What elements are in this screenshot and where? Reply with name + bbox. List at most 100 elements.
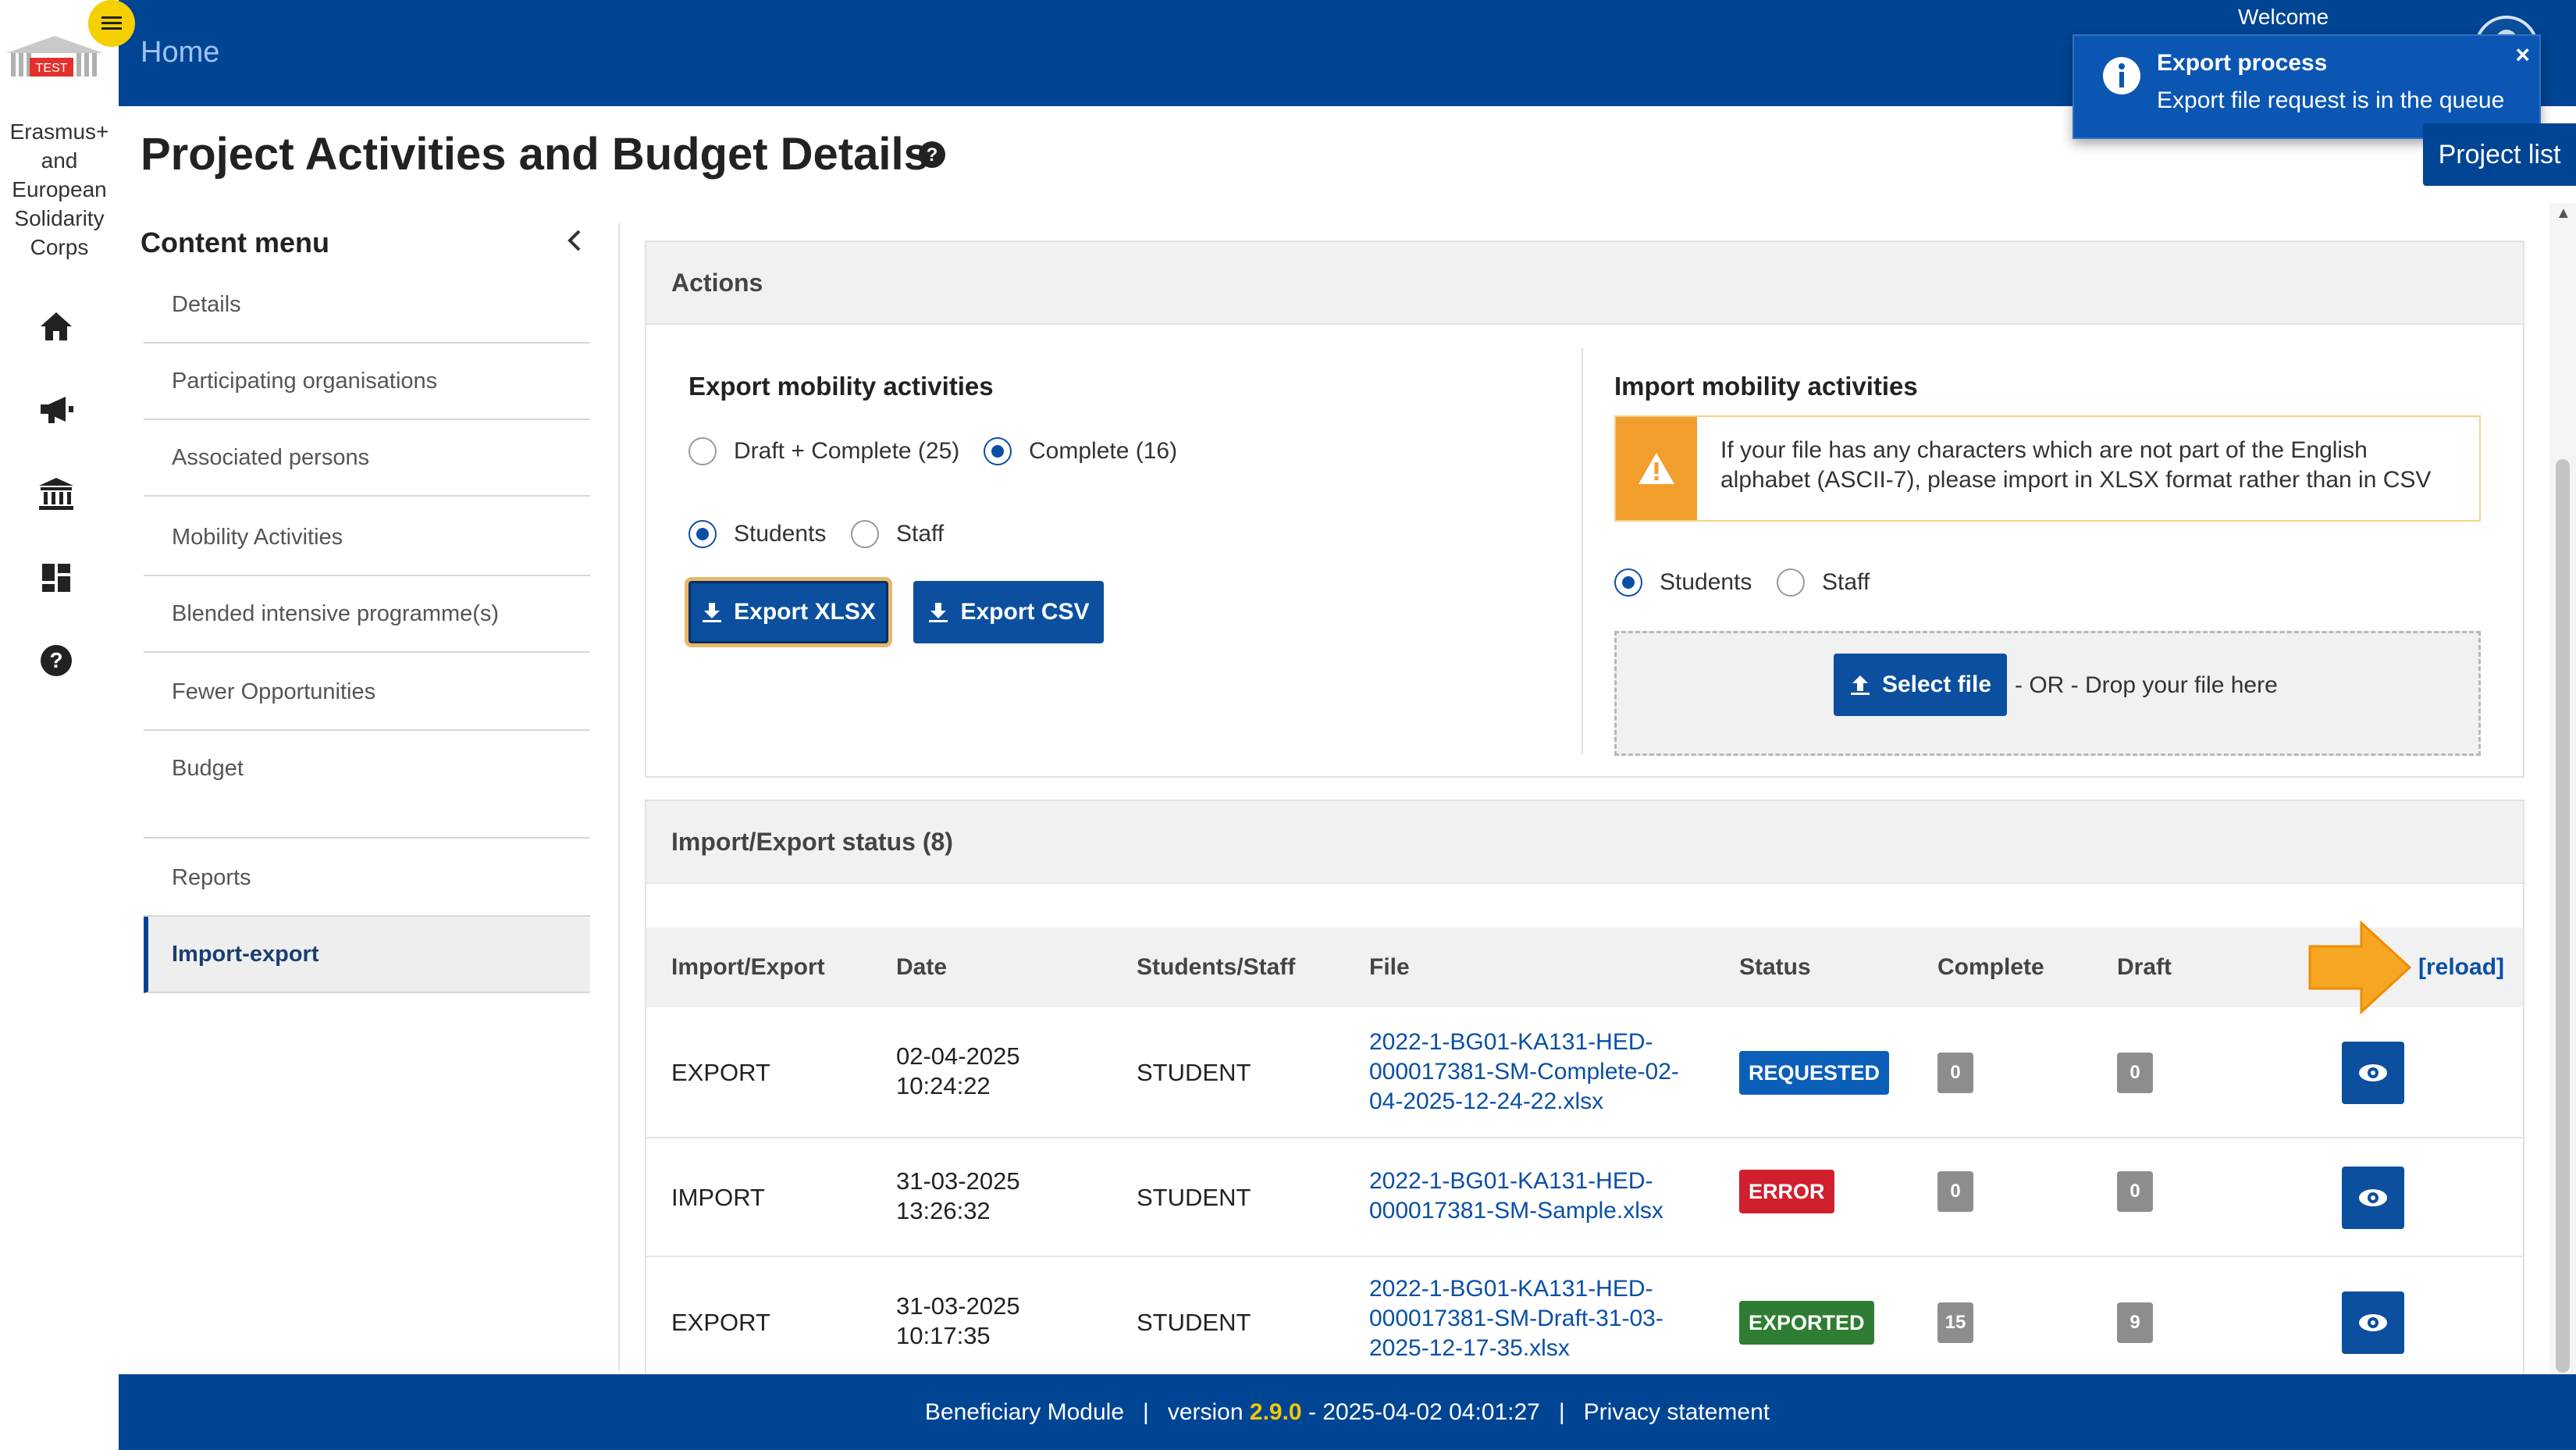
select-file-button[interactable]: Select file bbox=[1834, 654, 2007, 716]
row-time: 10:24:22 bbox=[896, 1072, 991, 1099]
help-icon[interactable]: ? bbox=[34, 639, 78, 682]
toast-close-icon[interactable]: × bbox=[2515, 41, 2530, 69]
row-date: 02-04-2025 bbox=[896, 1042, 1020, 1070]
menu-item-participating-organisations[interactable]: Participating organisations bbox=[144, 344, 590, 420]
menu-item-associated-persons[interactable]: Associated persons bbox=[144, 420, 590, 497]
megaphone-icon[interactable] bbox=[34, 387, 78, 431]
export-xlsx-button[interactable]: Export XLSX bbox=[688, 581, 888, 643]
draft-count: 0 bbox=[2117, 1053, 2153, 1093]
actions-divider bbox=[1582, 348, 1583, 754]
complete-count: 0 bbox=[1937, 1053, 1973, 1093]
toast-title: Export process bbox=[2157, 50, 2328, 76]
row-file-link[interactable]: 2022-1-BG01-KA131-HED- 000017381-SM-Draf… bbox=[1369, 1274, 1663, 1363]
file-line: 2022-1-BG01-KA131-HED- bbox=[1369, 1029, 1653, 1055]
radio-export-students[interactable]: Students bbox=[688, 520, 826, 548]
welcome-text: Welcome bbox=[2238, 5, 2329, 29]
menu-item-budget[interactable]: Budget bbox=[144, 732, 590, 839]
row-file-link[interactable]: 2022-1-BG01-KA131-HED- 000017381-SM-Comp… bbox=[1369, 1028, 1679, 1117]
file-line: 000017381-SM-Sample.xlsx bbox=[1369, 1198, 1663, 1224]
column-header-students-staff: Students/Staff bbox=[1137, 954, 1296, 980]
row-who: STUDENT bbox=[1137, 1309, 1251, 1336]
menu-item-reports[interactable]: Reports bbox=[144, 840, 590, 917]
radio-circle bbox=[984, 437, 1012, 465]
footer-module: Beneficiary Module bbox=[924, 1398, 1125, 1425]
view-button[interactable] bbox=[2342, 1291, 2404, 1354]
row-who: STUDENT bbox=[1137, 1184, 1251, 1211]
column-header-import-export: Import/Export bbox=[671, 954, 825, 980]
footer-version-date: - 2025-04-02 04:01:27 bbox=[1308, 1398, 1540, 1425]
drop-hint: - OR - Drop your file here bbox=[2015, 672, 2278, 698]
home-link[interactable]: Home bbox=[141, 36, 219, 69]
radio-label: Students bbox=[1660, 569, 1752, 595]
menu-item-import-export[interactable]: Import-export bbox=[144, 917, 590, 993]
radio-import-staff[interactable]: Staff bbox=[1777, 568, 1870, 597]
complete-count: 15 bbox=[1937, 1302, 1973, 1343]
status-badge: EXPORTED bbox=[1739, 1301, 1874, 1345]
logo-text: TEST bbox=[36, 62, 68, 75]
menu-item-blended-intensive-programmes[interactable]: Blended intensive programme(s) bbox=[144, 576, 590, 653]
actions-panel: Actions Export mobility activities Draft… bbox=[645, 240, 2524, 778]
table-header: Import/Export Date Students/Staff File S… bbox=[646, 928, 2523, 1007]
row-datetime: 31-03-2025 13:26:32 bbox=[896, 1167, 1020, 1226]
ascii-warning-box: If your file has any characters which ar… bbox=[1614, 415, 2481, 522]
privacy-statement-link[interactable]: Privacy statement bbox=[1584, 1399, 1770, 1426]
row-type: IMPORT bbox=[671, 1184, 765, 1211]
reload-link[interactable]: [reload] bbox=[2418, 954, 2504, 981]
arrow-right-icon bbox=[2308, 920, 2412, 1015]
menu-item-details[interactable]: Details bbox=[144, 267, 590, 344]
menu-item-fewer-opportunities[interactable]: Fewer Opportunities bbox=[144, 654, 590, 731]
scroll-up-icon[interactable]: ▲ bbox=[2556, 205, 2571, 223]
export-csv-button[interactable]: Export CSV bbox=[913, 581, 1104, 643]
file-line: 000017381-SM-Complete-02- bbox=[1369, 1059, 1679, 1085]
chevron-left-icon[interactable] bbox=[560, 225, 589, 256]
radio-circle bbox=[1614, 568, 1642, 597]
radio-circle bbox=[688, 520, 717, 548]
warning-line-2: alphabet (ASCII-7), please import in XLS… bbox=[1720, 467, 2432, 493]
view-button[interactable] bbox=[2342, 1042, 2404, 1104]
export-xlsx-label: Export XLSX bbox=[734, 599, 876, 625]
ec-logo-icon[interactable]: TEST bbox=[6, 36, 103, 81]
content-menu-title: Content menu bbox=[141, 226, 329, 258]
menu-item-mobility-activities[interactable]: Mobility Activities bbox=[144, 500, 590, 576]
scrollbar-thumb[interactable] bbox=[2556, 459, 2570, 1373]
row-type: EXPORT bbox=[671, 1309, 770, 1336]
table-row: EXPORT 02-04-2025 10:24:22 STUDENT 2022-… bbox=[646, 1007, 2523, 1138]
eye-icon bbox=[2359, 1314, 2387, 1331]
radio-label: Draft + Complete (25) bbox=[734, 438, 960, 464]
column-header-complete: Complete bbox=[1937, 954, 2044, 980]
file-dropzone[interactable]: Select file - OR - Drop your file here bbox=[1614, 631, 2481, 756]
draft-count: 0 bbox=[2117, 1171, 2153, 1212]
view-button[interactable] bbox=[2342, 1167, 2404, 1229]
page-title: Project Activities and Budget Details bbox=[141, 129, 929, 180]
hamburger-menu-icon[interactable] bbox=[88, 0, 135, 47]
radio-complete[interactable]: Complete (16) bbox=[984, 437, 1177, 465]
radio-label: Complete (16) bbox=[1029, 438, 1178, 464]
footer-version-number: 2.9.0 bbox=[1249, 1398, 1302, 1425]
warning-icon bbox=[1616, 417, 1697, 520]
status-panel-title: Import/Export status (8) bbox=[646, 801, 2523, 884]
home-icon[interactable] bbox=[34, 305, 78, 348]
svg-text:?: ? bbox=[927, 144, 938, 166]
radio-export-staff[interactable]: Staff bbox=[851, 520, 944, 548]
row-time: 10:17:35 bbox=[896, 1322, 991, 1349]
footer-version: version 2.9.0 - 2025-04-02 04:01:27 bbox=[1168, 1399, 1540, 1426]
radio-label: Staff bbox=[896, 521, 945, 547]
row-date: 31-03-2025 bbox=[896, 1167, 1020, 1195]
svg-text:?: ? bbox=[49, 648, 62, 672]
project-list-button[interactable]: Project list bbox=[2423, 123, 2576, 186]
import-export-status-panel: Import/Export status (8) Import/Export D… bbox=[645, 800, 2524, 1377]
file-line: 000017381-SM-Draft-31-03- bbox=[1369, 1306, 1663, 1331]
file-line: 2022-1-BG01-KA131-HED- bbox=[1369, 1276, 1653, 1302]
radio-circle bbox=[688, 437, 717, 465]
radio-import-students[interactable]: Students bbox=[1614, 568, 1752, 597]
row-file-link[interactable]: 2022-1-BG01-KA131-HED- 000017381-SM-Samp… bbox=[1369, 1167, 1663, 1226]
file-line: 2022-1-BG01-KA131-HED- bbox=[1369, 1168, 1653, 1194]
question-circle-icon[interactable]: ? bbox=[918, 141, 946, 169]
radio-draft-complete[interactable]: Draft + Complete (25) bbox=[688, 437, 959, 465]
row-datetime: 02-04-2025 10:24:22 bbox=[896, 1042, 1020, 1101]
dashboard-icon[interactable] bbox=[34, 556, 78, 600]
footer-separator: | bbox=[1143, 1398, 1149, 1425]
warning-text: If your file has any characters which ar… bbox=[1720, 436, 2470, 495]
radio-circle bbox=[851, 520, 879, 548]
institution-icon[interactable] bbox=[34, 472, 78, 515]
